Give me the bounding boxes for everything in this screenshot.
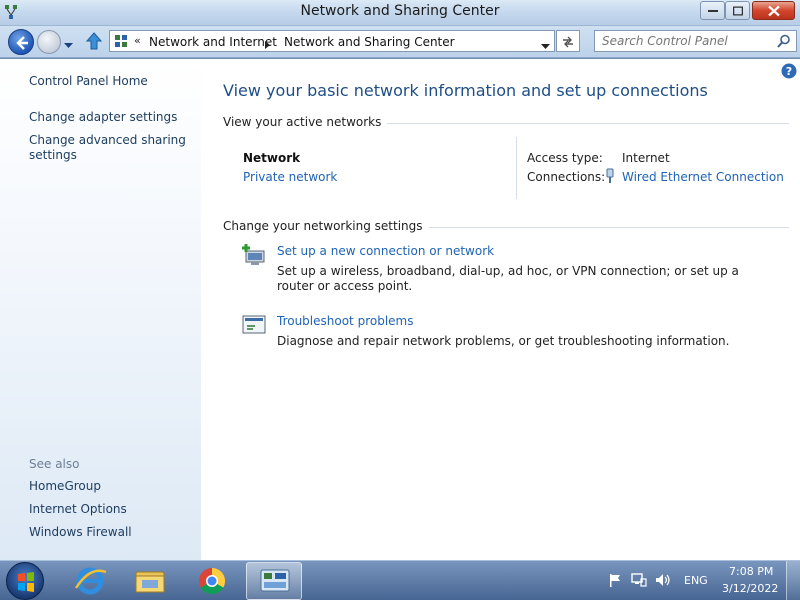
change-adapter-settings-link[interactable]: Change adapter settings [29, 110, 177, 125]
troubleshoot-icon [242, 315, 266, 338]
minimize-button[interactable] [700, 1, 725, 20]
wired-ethernet-connection-link[interactable]: Wired Ethernet Connection [622, 170, 784, 184]
ethernet-icon [604, 168, 616, 187]
page-title: View your basic network information and … [223, 81, 708, 100]
change-advanced-sharing-link[interactable]: Change advanced sharing settings [29, 133, 189, 163]
windows-firewall-link[interactable]: Windows Firewall [29, 525, 132, 540]
close-button[interactable] [752, 1, 795, 20]
breadcrumb-arrow-icon[interactable] [265, 38, 270, 52]
maximize-button[interactable] [725, 1, 750, 20]
troubleshoot-problems-link[interactable]: Troubleshoot problems [277, 314, 413, 328]
control-panel-home-link[interactable]: Control Panel Home [29, 74, 148, 89]
access-type-value: Internet [622, 151, 670, 165]
setup-connection-description: Set up a wireless, broadband, dial-up, a… [277, 264, 739, 293]
network-divider [516, 137, 517, 199]
address-dropdown-icon[interactable] [541, 39, 550, 53]
taskbar: ENG 7:08 PM 3/12/2022 [0, 560, 800, 600]
clock-date[interactable]: 3/12/2022 [722, 582, 778, 595]
chrome-icon[interactable] [184, 562, 240, 600]
troubleshoot-description: Diagnose and repair network problems, or… [277, 334, 730, 348]
svg-text:?: ? [786, 65, 792, 78]
control-panel-icon [114, 34, 128, 51]
active-networks-heading: View your active networks [223, 115, 388, 129]
language-indicator[interactable]: ENG [684, 574, 708, 587]
chevron-down-icon[interactable] [64, 38, 73, 52]
internet-explorer-icon[interactable] [62, 562, 118, 600]
homegroup-link[interactable]: HomeGroup [29, 479, 101, 494]
file-explorer-icon[interactable] [122, 562, 178, 600]
forward-button[interactable] [37, 30, 61, 54]
show-desktop-button[interactable] [786, 561, 800, 600]
navigation-bar: « Network and Internet Network and Shari… [0, 26, 800, 58]
search-icon[interactable] [777, 34, 791, 51]
start-button[interactable] [6, 562, 44, 600]
search-box[interactable] [594, 30, 797, 52]
see-also-label: See also [29, 457, 80, 471]
new-connection-icon [242, 243, 268, 270]
networking-settings-heading: Change your networking settings [223, 219, 429, 233]
breadcrumb-overflow[interactable]: « [134, 34, 141, 47]
connections-label: Connections: [527, 170, 606, 184]
volume-icon[interactable] [655, 573, 671, 590]
breadcrumb-network-internet[interactable]: Network and Internet [149, 35, 277, 49]
content-area: Control Panel Home Change adapter settin… [0, 59, 800, 560]
back-button[interactable] [8, 29, 34, 55]
network-type-link[interactable]: Private network [243, 170, 337, 184]
window-title: Network and Sharing Center [300, 3, 500, 19]
left-pane: Control Panel Home Change adapter settin… [0, 59, 201, 560]
network-tray-icon[interactable] [631, 573, 647, 590]
search-input[interactable] [595, 31, 775, 51]
access-type-label: Access type: [527, 151, 603, 165]
network-name: Network [243, 151, 301, 165]
action-center-flag-icon[interactable] [608, 573, 622, 590]
refresh-button[interactable] [556, 30, 580, 52]
internet-options-link[interactable]: Internet Options [29, 502, 127, 517]
control-panel-taskbar-icon[interactable] [246, 562, 302, 600]
clock-time[interactable]: 7:08 PM [729, 565, 773, 578]
title-bar: Network and Sharing Center [0, 0, 800, 26]
setup-connection-link[interactable]: Set up a new connection or network [277, 244, 494, 258]
address-bar[interactable]: « Network and Internet Network and Shari… [109, 30, 555, 52]
help-icon[interactable]: ? [781, 63, 797, 82]
up-arrow-icon[interactable] [85, 32, 103, 53]
breadcrumb-network-sharing-center[interactable]: Network and Sharing Center [284, 35, 455, 49]
